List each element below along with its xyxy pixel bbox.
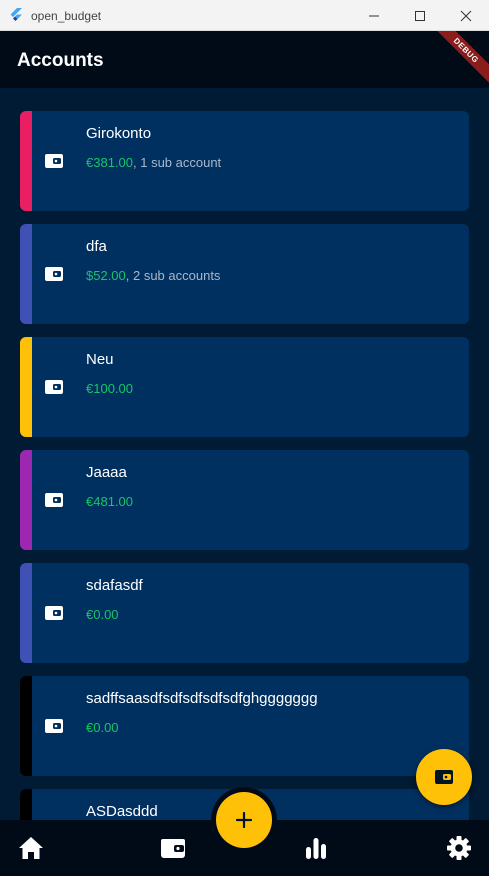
account-name: dfa	[86, 238, 107, 255]
account-summary: €381.00, 1 sub account	[86, 155, 221, 170]
sub-account-count: , 1 sub account	[133, 155, 222, 170]
account-card[interactable]: sadffsaasdfsdfsdfsdfsdfghggggggg €0.00	[20, 676, 469, 776]
account-color-bar	[20, 450, 32, 550]
close-icon	[460, 10, 472, 22]
minimize-icon	[369, 15, 379, 17]
plus-icon	[235, 811, 253, 829]
wallet-icon	[44, 490, 64, 510]
app-bar: Accounts	[0, 31, 489, 88]
account-summary: €0.00	[86, 720, 119, 735]
account-name: ASDasddd	[86, 803, 158, 820]
account-color-bar	[20, 337, 32, 437]
account-color-bar	[20, 789, 32, 820]
flutter-logo-icon	[10, 8, 22, 21]
account-card[interactable]: Neu €100.00	[20, 337, 469, 437]
wallet-icon	[161, 839, 185, 858]
account-balance: €0.00	[86, 720, 119, 735]
nav-accounts[interactable]	[159, 834, 187, 862]
account-name: sadffsaasdfsdfsdfsdfsdfghggggggg	[86, 690, 318, 707]
gear-icon	[447, 836, 471, 860]
add-transaction-button[interactable]	[216, 792, 272, 848]
account-card[interactable]: Jaaaa €481.00	[20, 450, 469, 550]
debug-banner: DEBUG	[429, 31, 489, 91]
account-color-bar	[20, 224, 32, 324]
wallet-icon	[44, 716, 64, 736]
account-name: Girokonto	[86, 125, 152, 142]
account-balance: €0.00	[86, 607, 119, 622]
sub-account-count: , 2 sub accounts	[125, 268, 221, 283]
nav-settings[interactable]	[445, 834, 473, 862]
nav-statistics[interactable]	[302, 834, 330, 862]
bar-chart-icon	[306, 838, 326, 859]
wallet-icon	[44, 264, 64, 284]
debug-label: DEBUG	[429, 31, 489, 87]
wallet-icon	[44, 151, 64, 171]
wallet-icon	[44, 377, 64, 397]
account-card[interactable]: sdafasdf €0.00	[20, 563, 469, 663]
home-icon	[19, 837, 43, 859]
page-title: Accounts	[17, 50, 104, 71]
account-name: Neu	[86, 351, 114, 368]
account-color-bar	[20, 563, 32, 663]
window-title: open_budget	[31, 9, 102, 23]
maximize-icon	[415, 11, 425, 21]
account-card[interactable]: Girokonto €381.00, 1 sub account	[20, 111, 469, 211]
wallet-icon	[435, 770, 453, 784]
close-button[interactable]	[443, 0, 489, 31]
account-card[interactable]: dfa $52.00, 2 sub accounts	[20, 224, 469, 324]
account-color-bar	[20, 111, 32, 211]
add-account-fab[interactable]	[416, 749, 472, 805]
account-name: sdafasdf	[86, 577, 143, 594]
window-titlebar: open_budget	[0, 0, 489, 31]
minimize-button[interactable]	[351, 0, 397, 31]
maximize-button[interactable]	[397, 0, 443, 31]
account-balance: €481.00	[86, 494, 133, 509]
account-summary: $52.00, 2 sub accounts	[86, 268, 220, 283]
account-summary: €481.00	[86, 494, 133, 509]
account-balance: €100.00	[86, 381, 133, 396]
account-balance: €381.00	[86, 155, 133, 170]
account-color-bar	[20, 676, 32, 776]
account-name: Jaaaa	[86, 464, 127, 481]
account-summary: €100.00	[86, 381, 133, 396]
account-summary: €0.00	[86, 607, 119, 622]
account-balance: $52.00	[86, 268, 126, 283]
accounts-list[interactable]: Girokonto €381.00, 1 sub account dfa $52.00…	[0, 88, 489, 820]
wallet-icon	[44, 603, 64, 623]
nav-home[interactable]	[17, 834, 45, 862]
